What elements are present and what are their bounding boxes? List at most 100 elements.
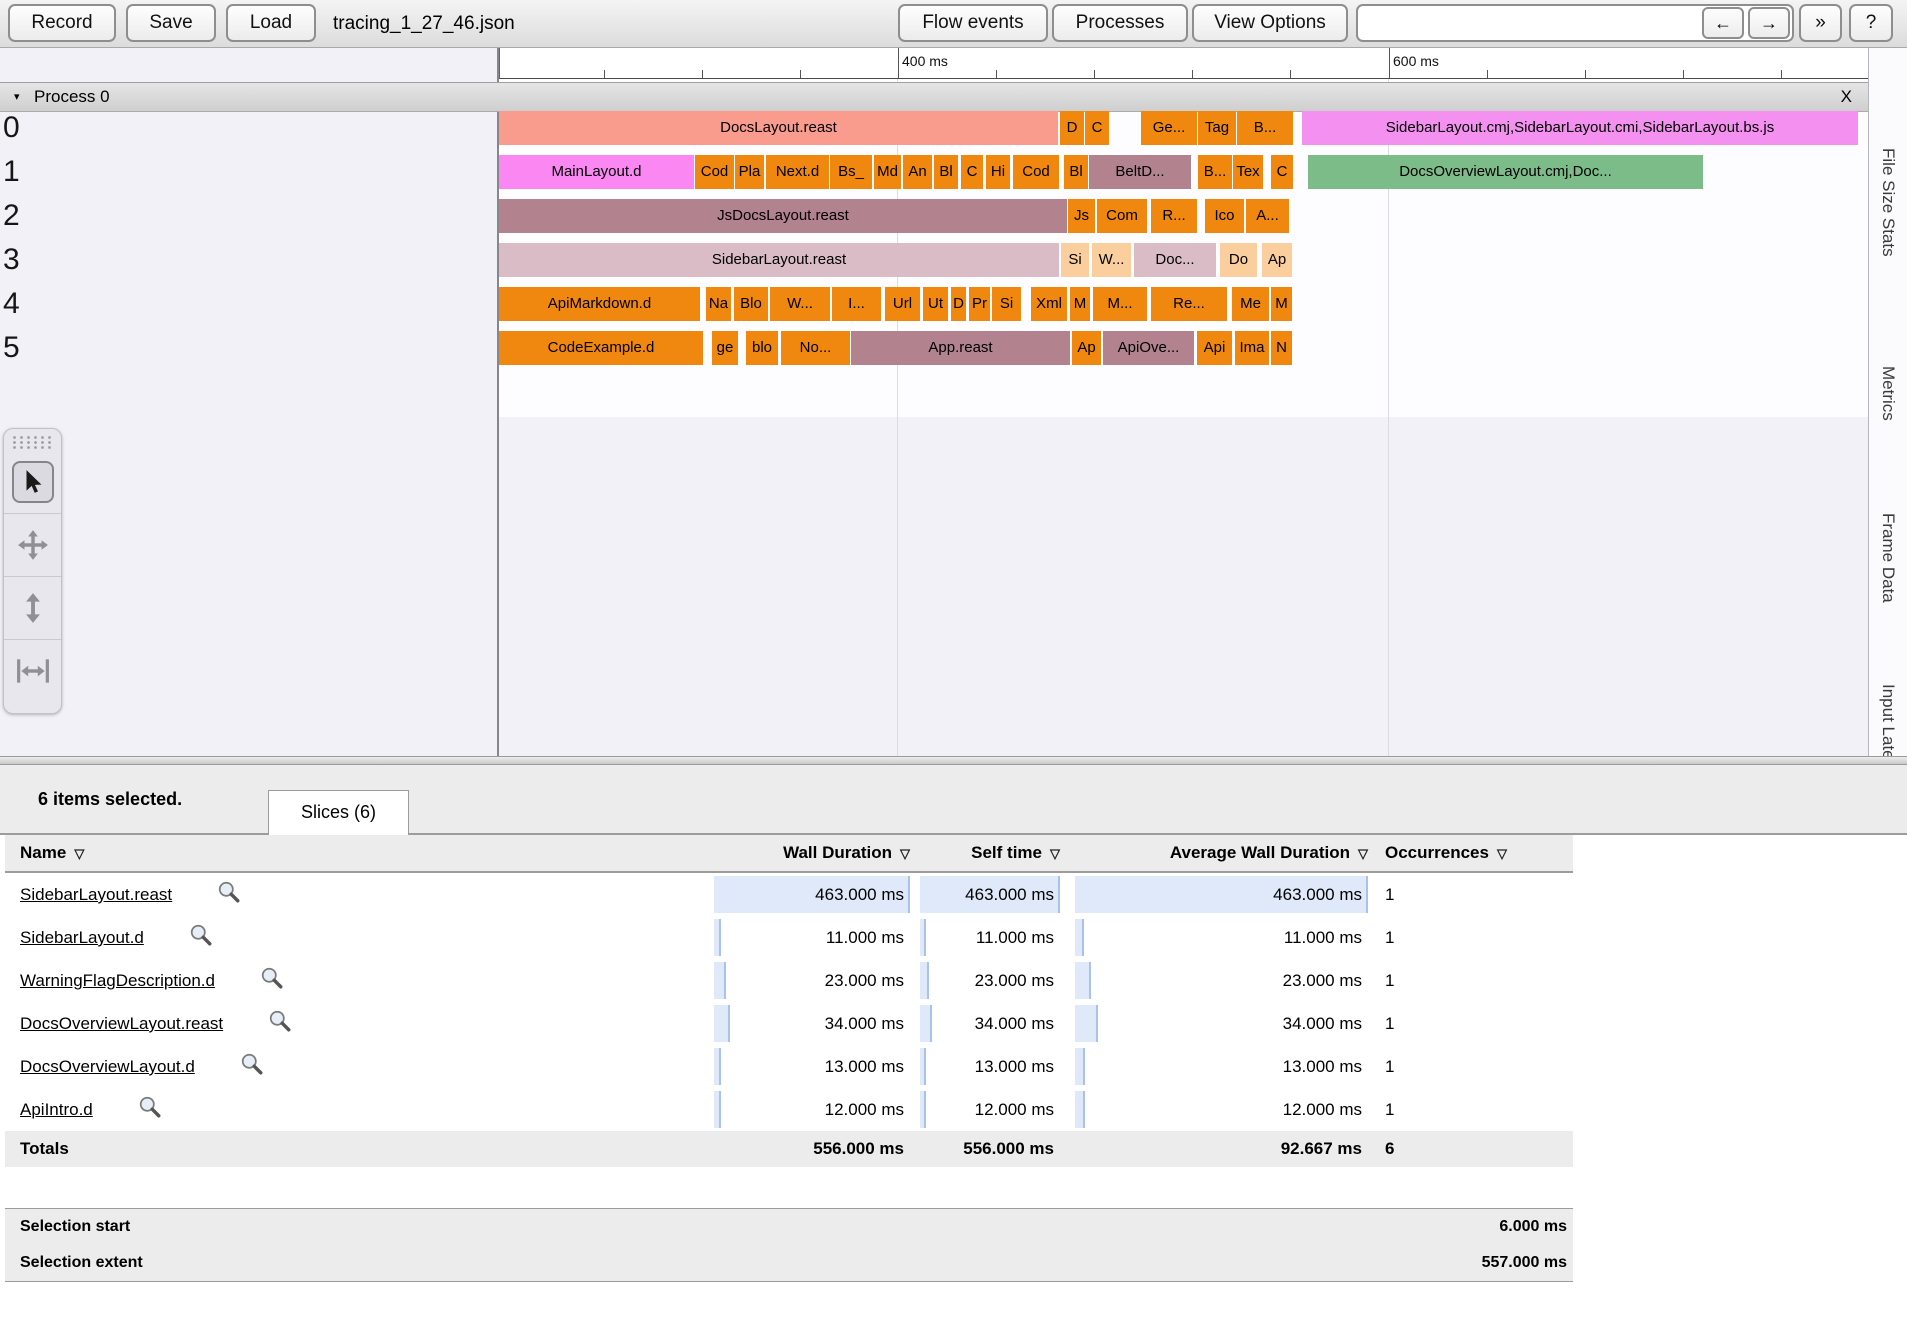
trace-slice[interactable]: BeltD... [1089, 155, 1191, 189]
trace-slice[interactable]: App.reast [851, 331, 1070, 365]
slice-name-link[interactable]: DocsOverviewLayout.reast [20, 1014, 223, 1033]
trace-slice[interactable]: R... [1151, 199, 1197, 233]
sidebar-tab-metrics[interactable]: Metrics [1878, 366, 1898, 421]
trace-slice[interactable]: Tex [1233, 155, 1263, 189]
sidebar-tab-input-latency[interactable]: Input Latency [1878, 684, 1898, 756]
trace-slice[interactable]: Com [1097, 199, 1147, 233]
trace-slice[interactable]: Hi [986, 155, 1010, 189]
trace-slice[interactable]: M [1271, 287, 1292, 321]
trace-slice[interactable]: Tag [1198, 111, 1236, 145]
trace-slice[interactable]: Cod [695, 155, 734, 189]
view-options-button[interactable]: View Options [1192, 4, 1348, 42]
magnifier-icon[interactable] [240, 1052, 264, 1076]
column-header-self-time[interactable]: Self time▽ [920, 835, 1060, 872]
find-previous-button[interactable]: ← [1702, 7, 1744, 39]
trace-slice[interactable]: C [1271, 155, 1293, 189]
trace-slice[interactable]: Js [1068, 199, 1095, 233]
pane-splitter[interactable] [0, 756, 1907, 765]
trace-slice[interactable]: Bl [1064, 155, 1088, 189]
trace-slice[interactable]: Me [1232, 287, 1269, 321]
magnifier-icon[interactable] [268, 1009, 292, 1033]
trace-slice[interactable]: ApiOve... [1103, 331, 1194, 365]
save-button[interactable]: Save [126, 4, 216, 42]
trace-slice[interactable]: Si [1061, 243, 1089, 277]
overflow-menu-button[interactable]: » [1799, 4, 1842, 42]
magnifier-icon[interactable] [217, 880, 241, 904]
trace-slice[interactable]: Cod [1013, 155, 1059, 189]
trace-slice[interactable]: No... [781, 331, 850, 365]
slice-name-link[interactable]: WarningFlagDescription.d [20, 971, 215, 990]
sidebar-tab-frame-data[interactable]: Frame Data [1878, 513, 1898, 603]
trace-slice[interactable]: Api [1197, 331, 1232, 365]
trace-slice[interactable]: Re... [1151, 287, 1227, 321]
trace-slice[interactable]: Pr [969, 287, 990, 321]
slice-name-link[interactable]: SidebarLayout.reast [20, 885, 172, 904]
record-button[interactable]: Record [8, 4, 116, 42]
trace-slice[interactable]: Si [992, 287, 1021, 321]
trace-slice[interactable]: M... [1093, 287, 1147, 321]
trace-slice[interactable]: D [951, 287, 966, 321]
tab-slices[interactable]: Slices (6) [268, 790, 409, 835]
trace-slice[interactable]: W... [770, 287, 830, 321]
trace-slice[interactable]: Md [874, 155, 901, 189]
column-header-occurrences[interactable]: Occurrences▽ [1383, 835, 1573, 872]
column-header-name[interactable]: Name▽ [5, 835, 714, 872]
trace-slice[interactable]: D [1060, 111, 1084, 145]
trace-slice[interactable]: C [1085, 111, 1109, 145]
trace-slice[interactable]: Bl [934, 155, 958, 189]
sidebar-tab-file-size-stats[interactable]: File Size Stats [1878, 148, 1898, 257]
slice-name-link[interactable]: ApiIntro.d [20, 1100, 93, 1119]
trace-slice[interactable]: Bs_ [830, 155, 872, 189]
flow-events-button[interactable]: Flow events [898, 4, 1048, 42]
process-header[interactable]: ▾ Process 0 X [0, 82, 1868, 112]
trace-slice[interactable]: DocsOverviewLayout.cmj,Doc... [1308, 155, 1703, 189]
load-button[interactable]: Load [226, 4, 316, 42]
trace-slice[interactable]: Na [706, 287, 731, 321]
slice-name-link[interactable]: DocsOverviewLayout.d [20, 1057, 195, 1076]
trace-slice[interactable]: Do [1220, 243, 1257, 277]
process-close-button[interactable]: X [1841, 83, 1852, 111]
trace-slice[interactable]: ApiMarkdown.d [499, 287, 700, 321]
column-header-wall-duration[interactable]: Wall Duration▽ [714, 835, 910, 872]
magnifier-icon[interactable] [138, 1095, 162, 1119]
slice-name-link[interactable]: SidebarLayout.d [20, 928, 144, 947]
trace-slice[interactable]: A... [1246, 199, 1289, 233]
trace-slice[interactable]: Url [885, 287, 920, 321]
trace-slice[interactable]: Ut [923, 287, 948, 321]
trace-slice[interactable]: M [1070, 287, 1090, 321]
help-button[interactable]: ? [1849, 4, 1893, 42]
trace-slice[interactable]: SidebarLayout.cmj,SidebarLayout.cmi,Side… [1302, 111, 1858, 145]
trace-slice[interactable]: blo [746, 331, 778, 365]
trace-slice[interactable]: Ge... [1141, 111, 1197, 145]
trace-slice[interactable]: Doc... [1134, 243, 1216, 277]
magnifier-icon[interactable] [260, 966, 284, 990]
trace-slice[interactable]: An [903, 155, 932, 189]
trace-slice[interactable]: JsDocsLayout.reast [499, 199, 1067, 233]
palette-drag-handle[interactable] [11, 435, 54, 449]
trace-slice[interactable]: CodeExample.d [499, 331, 703, 365]
time-ruler[interactable]: 400 ms600 ms [499, 48, 1869, 79]
trace-slice[interactable]: B... [1198, 155, 1232, 189]
find-next-button[interactable]: → [1748, 7, 1790, 39]
pan-tool-button[interactable] [4, 513, 61, 576]
trace-slice[interactable]: Xml [1031, 287, 1067, 321]
trace-slice[interactable]: W... [1092, 243, 1131, 277]
vertical-zoom-tool-button[interactable] [4, 576, 61, 639]
search-input[interactable] [1358, 8, 1700, 38]
trace-slice[interactable]: DocsLayout.reast [499, 111, 1058, 145]
trace-slice[interactable]: MainLayout.d [499, 155, 694, 189]
trace-slice[interactable]: Ap [1072, 331, 1101, 365]
trace-slice[interactable]: Ima [1235, 331, 1269, 365]
column-header-average-wall-duration[interactable]: Average Wall Duration▽ [1075, 835, 1368, 872]
trace-slice[interactable]: Ap [1262, 243, 1292, 277]
trace-slice[interactable]: N [1271, 331, 1292, 365]
trace-slice[interactable]: I... [832, 287, 881, 321]
trace-slice[interactable]: C [961, 155, 983, 189]
trace-slice[interactable]: Ico [1205, 199, 1244, 233]
trace-slice[interactable]: SidebarLayout.reast [499, 243, 1059, 277]
trace-slice[interactable]: B... [1237, 111, 1293, 145]
collapse-triangle-icon[interactable]: ▾ [14, 83, 20, 111]
trace-slice[interactable]: Blo [734, 287, 768, 321]
trace-slice[interactable]: Pla [735, 155, 764, 189]
selection-tool-button[interactable] [4, 451, 61, 513]
